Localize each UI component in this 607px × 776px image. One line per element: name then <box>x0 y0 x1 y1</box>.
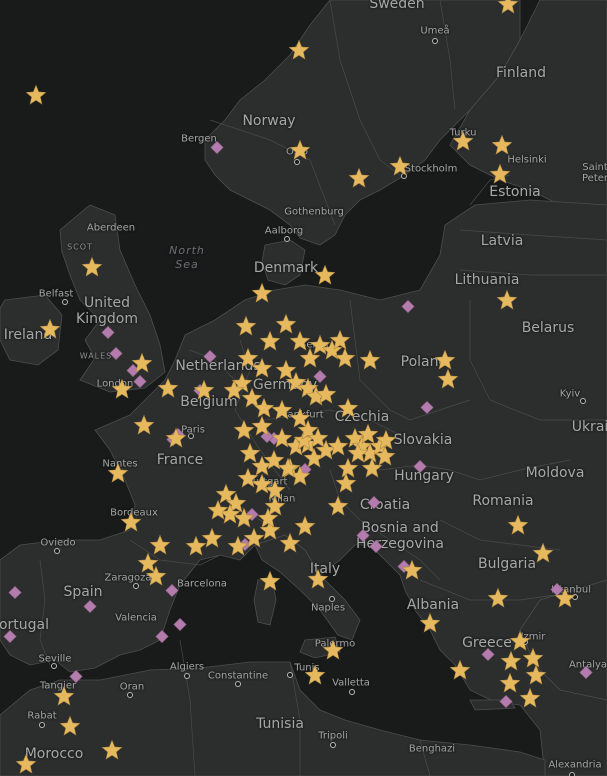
star-marker-icon[interactable] <box>374 445 396 471</box>
star-marker-icon[interactable] <box>59 715 81 741</box>
city-dot <box>62 299 68 305</box>
diamond-marker-icon[interactable] <box>109 346 123 365</box>
star-marker-icon[interactable] <box>554 587 576 613</box>
star-marker-icon[interactable] <box>157 377 179 403</box>
star-marker-icon[interactable] <box>491 134 513 160</box>
city-dot <box>580 398 586 404</box>
star-marker-icon[interactable] <box>133 414 155 440</box>
star-marker-icon[interactable] <box>25 84 47 110</box>
city-dot <box>235 681 241 687</box>
city-dot <box>184 673 190 679</box>
star-marker-icon[interactable] <box>39 318 61 344</box>
star-marker-icon[interactable] <box>307 568 329 594</box>
star-marker-icon[interactable] <box>53 685 75 711</box>
city-dot <box>330 742 336 748</box>
star-marker-icon[interactable] <box>419 612 441 638</box>
city-dot <box>569 772 575 776</box>
star-marker-icon[interactable] <box>81 256 103 282</box>
star-marker-icon[interactable] <box>401 559 423 585</box>
city-dot <box>51 663 57 669</box>
star-marker-icon[interactable] <box>277 457 299 483</box>
star-marker-icon[interactable] <box>193 379 215 405</box>
star-marker-icon[interactable] <box>15 753 37 776</box>
star-marker-icon[interactable] <box>337 397 359 423</box>
star-marker-icon[interactable] <box>235 315 257 341</box>
city-dot <box>284 236 290 242</box>
star-marker-icon[interactable] <box>111 378 133 404</box>
diamond-marker-icon[interactable] <box>210 140 224 159</box>
star-marker-icon[interactable] <box>359 349 381 375</box>
diamond-marker-icon[interactable] <box>8 585 22 604</box>
star-marker-icon[interactable] <box>251 282 273 308</box>
diamond-marker-icon[interactable] <box>367 495 381 514</box>
star-marker-icon[interactable] <box>489 163 511 189</box>
star-marker-icon[interactable] <box>101 739 123 765</box>
diamond-marker-icon[interactable] <box>481 647 495 666</box>
star-marker-icon[interactable] <box>259 570 281 596</box>
diamond-marker-icon[interactable] <box>173 617 187 636</box>
city-dot <box>287 672 293 678</box>
city-dot <box>188 433 194 439</box>
star-marker-icon[interactable] <box>185 535 207 561</box>
diamond-marker-icon[interactable] <box>369 539 383 558</box>
city-dot <box>127 692 133 698</box>
star-marker-icon[interactable] <box>322 639 344 665</box>
diamond-marker-icon[interactable] <box>579 665 593 684</box>
diamond-marker-icon[interactable] <box>413 459 427 478</box>
star-marker-icon[interactable] <box>519 687 541 713</box>
star-marker-icon[interactable] <box>294 515 316 541</box>
star-marker-icon[interactable] <box>120 511 142 537</box>
star-marker-icon[interactable] <box>532 542 554 568</box>
star-marker-icon[interactable] <box>334 347 356 373</box>
star-marker-icon[interactable] <box>165 427 187 453</box>
diamond-marker-icon[interactable] <box>356 528 370 547</box>
star-marker-icon[interactable] <box>288 39 310 65</box>
star-marker-icon[interactable] <box>259 330 281 356</box>
star-marker-icon[interactable] <box>348 167 370 193</box>
star-marker-icon[interactable] <box>389 155 411 181</box>
city-dot <box>39 722 45 728</box>
star-marker-icon[interactable] <box>509 630 531 656</box>
city-dot <box>54 548 60 554</box>
star-marker-icon[interactable] <box>145 565 167 591</box>
diamond-marker-icon[interactable] <box>203 349 217 368</box>
star-marker-icon[interactable] <box>487 587 509 613</box>
diamond-marker-icon[interactable] <box>420 400 434 419</box>
star-marker-icon[interactable] <box>507 514 529 540</box>
city-dot <box>349 689 355 695</box>
diamond-marker-icon[interactable] <box>155 629 169 648</box>
diamond-marker-icon[interactable] <box>83 599 97 618</box>
diamond-marker-icon[interactable] <box>165 583 179 602</box>
star-marker-icon[interactable] <box>131 352 153 378</box>
city-dot <box>133 583 139 589</box>
star-marker-icon[interactable] <box>304 664 326 690</box>
star-marker-icon[interactable] <box>497 0 519 19</box>
star-marker-icon[interactable] <box>251 357 273 383</box>
diamond-marker-icon[interactable] <box>3 629 17 648</box>
land-denmark <box>261 239 306 286</box>
city-dot <box>432 38 438 44</box>
star-marker-icon[interactable] <box>437 368 459 394</box>
map-canvas[interactable]: Sweden Finland Norway Estonia Latvia Lithuani… <box>0 0 607 776</box>
diamond-marker-icon[interactable] <box>101 325 115 344</box>
star-marker-icon[interactable] <box>452 130 474 156</box>
star-marker-icon[interactable] <box>449 659 471 685</box>
star-marker-icon[interactable] <box>307 427 329 453</box>
star-marker-icon[interactable] <box>107 462 129 488</box>
star-marker-icon[interactable] <box>257 507 279 533</box>
star-marker-icon[interactable] <box>207 499 229 525</box>
city-dot <box>329 596 335 602</box>
star-marker-icon[interactable] <box>315 383 337 409</box>
diamond-marker-icon[interactable] <box>401 299 415 318</box>
star-marker-icon[interactable] <box>496 289 518 315</box>
star-marker-icon[interactable] <box>499 672 521 698</box>
star-marker-icon[interactable] <box>251 415 273 441</box>
star-marker-icon[interactable] <box>327 495 349 521</box>
star-marker-icon[interactable] <box>289 139 311 165</box>
star-marker-icon[interactable] <box>314 264 336 290</box>
